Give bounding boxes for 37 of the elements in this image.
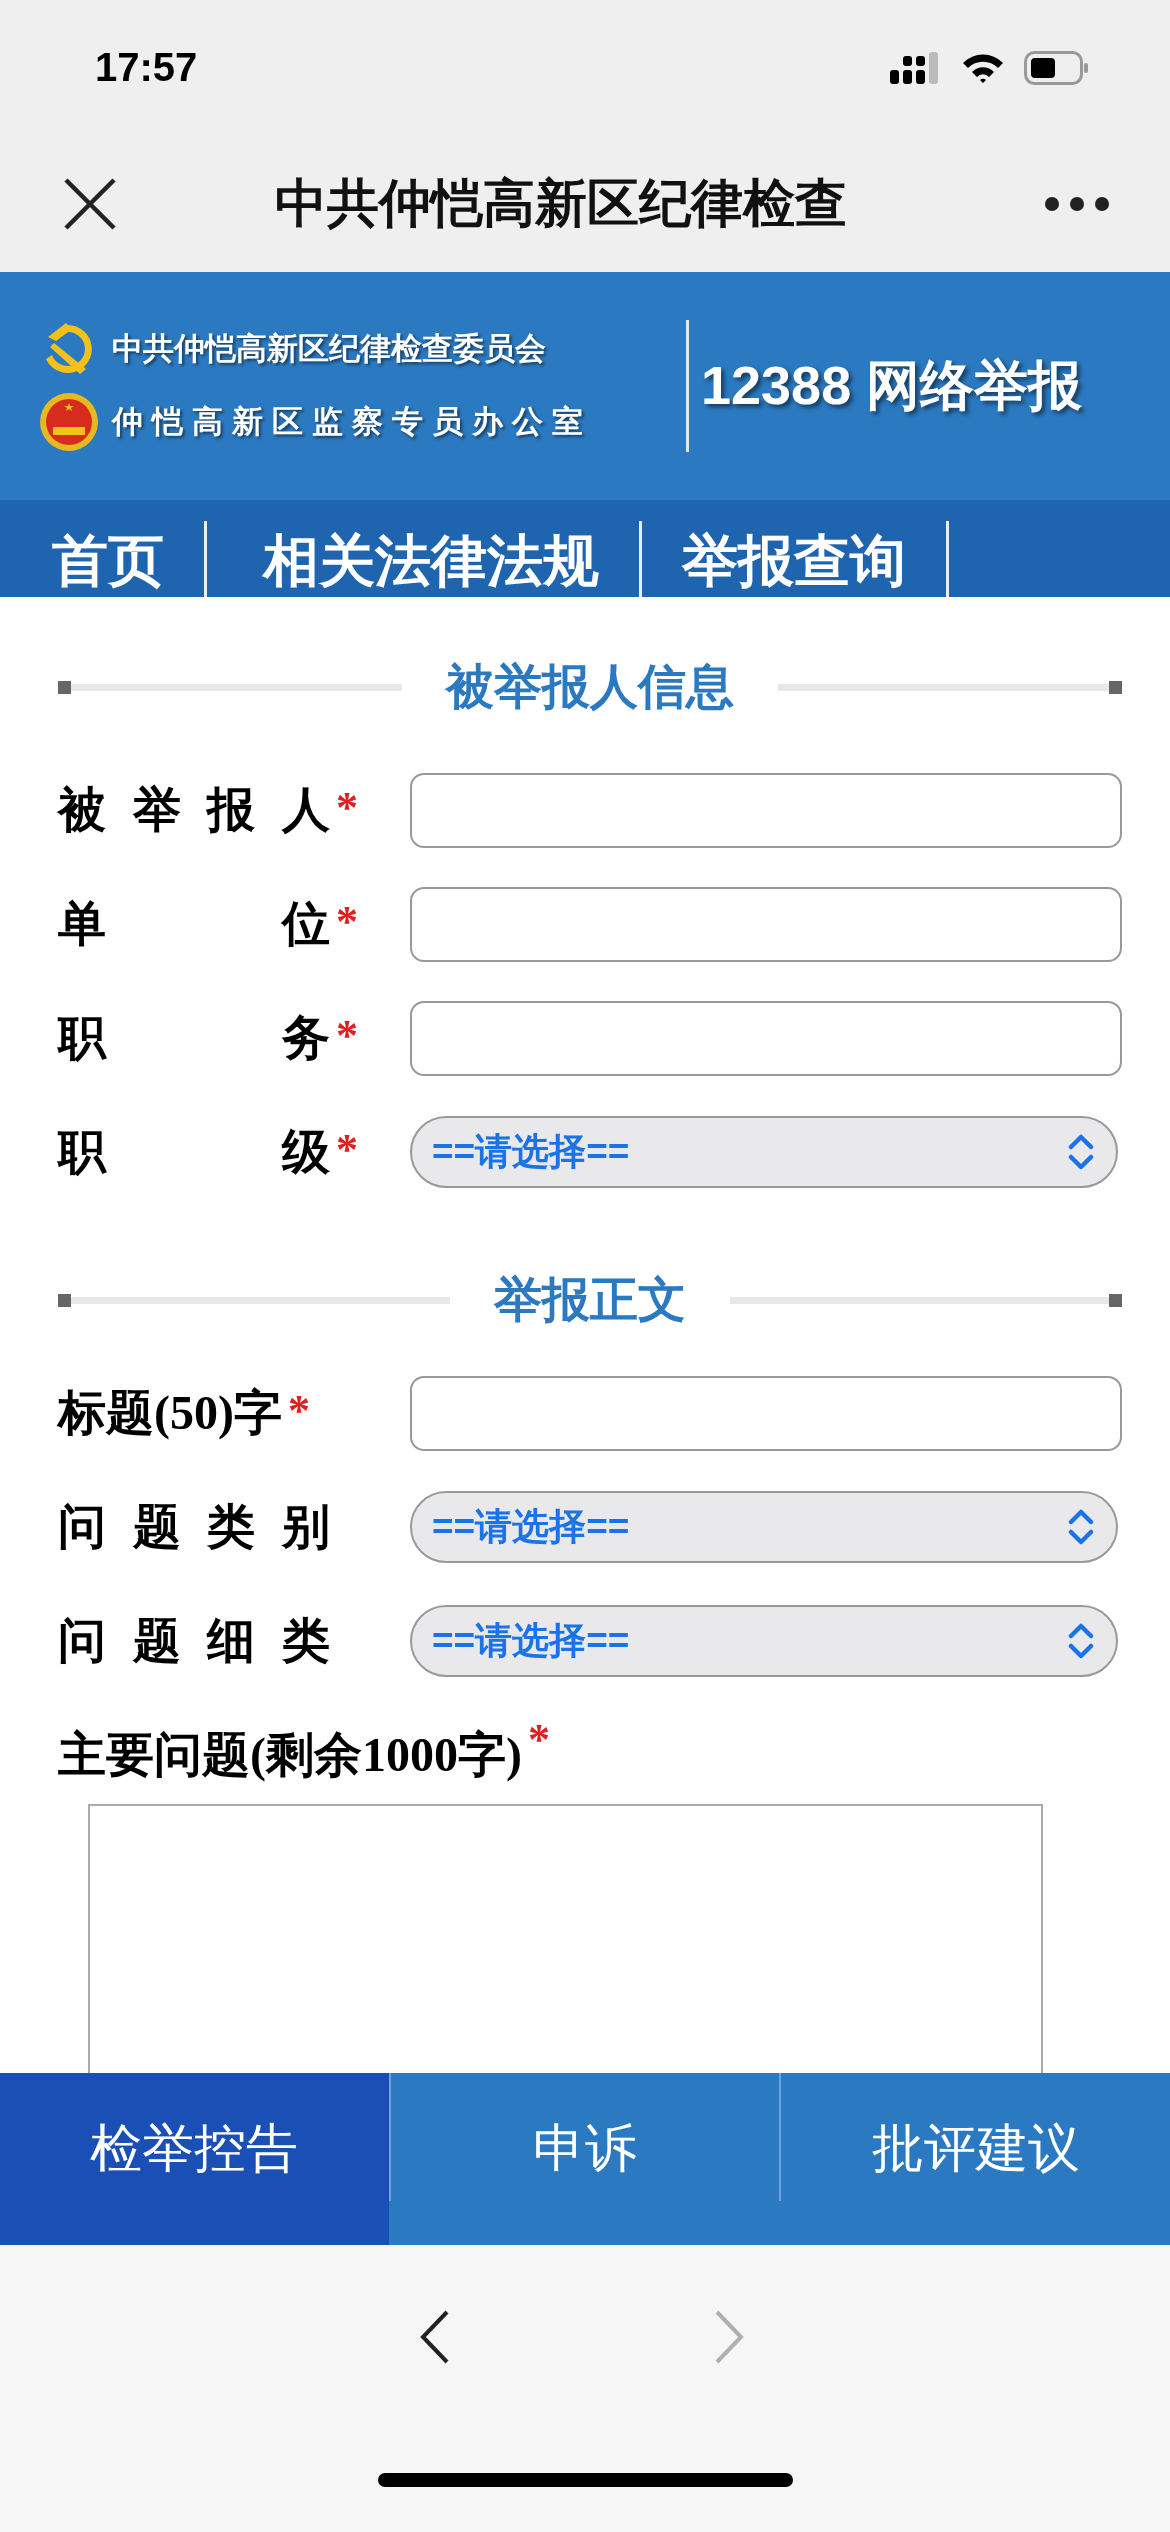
field-label: 问题类别: [58, 1499, 330, 1555]
chevron-updown-icon: [1068, 1507, 1094, 1547]
chevron-updown-icon: [1068, 1132, 1094, 1172]
required-mark: *: [336, 896, 358, 947]
required-mark: *: [527, 1714, 550, 1765]
battery-icon: [1024, 50, 1090, 85]
text-field[interactable]: [410, 772, 1122, 848]
field-label: 标题(50)字: [58, 1385, 282, 1442]
field-label: 职务: [58, 1010, 330, 1066]
required-mark: *: [336, 1124, 358, 1175]
organization-name: 中共仲恺高新区纪律检查委员会: [112, 330, 547, 368]
more-icon[interactable]: [1044, 195, 1110, 212]
close-icon[interactable]: [62, 175, 118, 232]
required-mark: *: [287, 1385, 310, 1436]
section-title: 举报正文: [493, 1272, 687, 1328]
national-emblem-icon: [38, 391, 100, 453]
field-label: 单位: [58, 896, 330, 952]
select-field[interactable]: ==请选择==: [410, 1491, 1118, 1563]
required-mark: *: [336, 1010, 358, 1061]
section-title: 被举报人信息: [444, 659, 735, 715]
field-label: 职级: [58, 1124, 330, 1180]
page-title: 中共仲恺高新区纪律检查: [274, 172, 848, 234]
text-field[interactable]: [410, 1000, 1122, 1076]
select-field[interactable]: ==请选择==: [410, 1116, 1118, 1188]
hotline-title: 12388 网络举报: [701, 353, 1083, 417]
bottom-tab[interactable]: 检举控告: [0, 2073, 389, 2245]
organization-name: 仲恺高新区监察专员办公室: [112, 403, 593, 441]
field-label: 被举报人: [58, 782, 330, 838]
text-field[interactable]: [410, 1375, 1122, 1451]
required-mark: *: [336, 782, 358, 833]
field-label: 问题细类: [58, 1613, 330, 1669]
chevron-updown-icon: [1068, 1621, 1094, 1661]
text-field[interactable]: [410, 886, 1122, 962]
select-field[interactable]: ==请选择==: [410, 1605, 1118, 1677]
status-time: 17:57: [95, 45, 199, 90]
field-label: 主要问题(剩余1000字): [58, 1727, 522, 1784]
back-icon[interactable]: [419, 2309, 451, 2365]
